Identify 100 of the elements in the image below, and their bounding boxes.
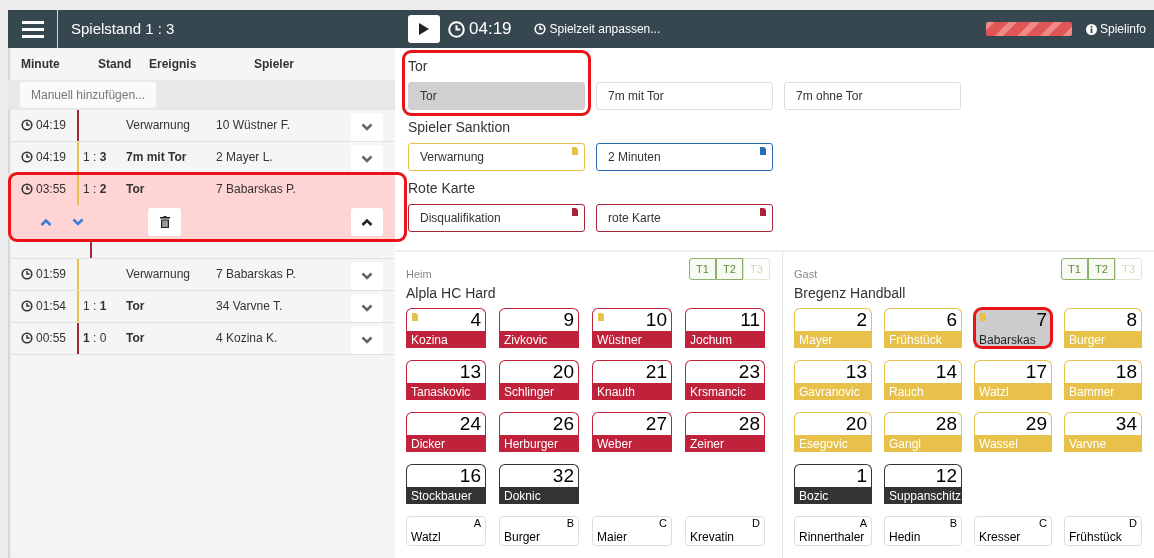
jersey-number: 13 (844, 361, 868, 383)
player-card[interactable]: 20 Schlinger (499, 360, 579, 400)
timeout-button[interactable]: T2 (716, 258, 743, 280)
official-letter: B (565, 517, 574, 529)
player-card[interactable]: 13 Gavranovic (794, 360, 872, 400)
player-name: Zeiner (686, 435, 764, 452)
player-name: Esegovic (795, 435, 871, 452)
official-card[interactable]: A Watzl (406, 516, 486, 546)
official-letter: A (472, 517, 481, 529)
game-info-button[interactable]: Spielinfo (1085, 20, 1146, 38)
player-card[interactable]: 4 Kozina (406, 308, 486, 348)
event-type-button[interactable]: 7m ohne Tor (784, 82, 961, 110)
player-card[interactable]: 11 Jochum (685, 308, 765, 348)
document-icon (760, 147, 766, 155)
add-manually-button[interactable]: Manuell hinzufügen... (20, 82, 157, 108)
player-card[interactable]: 8 Burger (1064, 308, 1142, 348)
official-card[interactable]: B Hedin (884, 516, 962, 546)
player-name: Wassel (975, 435, 1051, 452)
player-card[interactable]: 9 Zivkovic (499, 308, 579, 348)
jersey-number: 34 (1114, 413, 1138, 435)
player-card[interactable]: 28 Zeiner (685, 412, 765, 452)
event-time: 00:55 (36, 330, 67, 347)
official-card[interactable]: C Maier (592, 516, 672, 546)
official-card[interactable]: D Frühstück (1064, 516, 1142, 546)
player-card[interactable]: 18 Bammer (1064, 360, 1142, 400)
official-letter: C (1038, 517, 1047, 529)
player-name: Jochum (686, 331, 764, 348)
jersey-number: 26 (551, 413, 575, 435)
player-card[interactable]: 23 Krsmancic (685, 360, 765, 400)
official-card[interactable]: D Krevatin (685, 516, 765, 546)
timeout-button[interactable]: T1 (1061, 258, 1088, 280)
jersey-number: 29 (1024, 413, 1048, 435)
official-card[interactable]: B Burger (499, 516, 579, 546)
event-type-button[interactable]: Verwarnung (408, 143, 585, 171)
event-type: Tor (126, 299, 145, 313)
player-card[interactable]: 20 Esegovic (794, 412, 872, 452)
player-card[interactable]: 2 Mayer (794, 308, 872, 348)
player-card[interactable]: 26 Herburger (499, 412, 579, 452)
expand-button[interactable] (351, 145, 383, 173)
clock-icon (21, 183, 33, 195)
player-card[interactable]: 12 Suppanschitz (884, 464, 962, 504)
official-name: Krevatin (690, 529, 736, 545)
chevron-down-icon (361, 123, 373, 131)
event-type-button[interactable]: 7m mit Tor (596, 82, 773, 110)
adjust-time-link[interactable]: Spielzeit anpassen... (533, 20, 661, 38)
jersey-number: 28 (934, 413, 958, 435)
player-card[interactable]: 21 Knauth (592, 360, 672, 400)
player-card[interactable]: 16 Stockbauer (406, 464, 486, 504)
player-name: Frühstück (885, 331, 961, 348)
column-header: Ereignis (149, 56, 198, 73)
player-card[interactable]: 28 Gangl (884, 412, 962, 452)
player-card[interactable]: 13 Tanaskovic (406, 360, 486, 400)
player-card[interactable]: 32 Doknic (499, 464, 579, 504)
timeout-button[interactable]: T2 (1088, 258, 1115, 280)
jersey-number: 4 (469, 309, 482, 331)
event-type: Verwarnung (126, 267, 191, 281)
event-type-button[interactable]: Disqualifikation (408, 204, 585, 232)
event-type-button[interactable]: rote Karte (596, 204, 773, 232)
player-name: Herburger (500, 435, 578, 452)
play-button[interactable] (408, 15, 440, 43)
player-card[interactable]: 6 Frühstück (884, 308, 962, 348)
jersey-number: 20 (551, 361, 575, 383)
player-card[interactable]: 17 Watzl (974, 360, 1052, 400)
event-type: 7m mit Tor (126, 150, 187, 164)
player-card[interactable]: 29 Wassel (974, 412, 1052, 452)
official-name: Rinnerthaler (799, 529, 866, 545)
menu-icon (21, 20, 44, 38)
official-name: Watzl (411, 529, 442, 545)
expand-button[interactable] (351, 113, 383, 141)
player-card[interactable]: 27 Weber (592, 412, 672, 452)
chevron-down-icon (72, 218, 84, 226)
player-name: Gangl (885, 435, 961, 452)
expand-button[interactable] (351, 294, 383, 322)
player-card[interactable]: 14 Rauch (884, 360, 962, 400)
expand-button[interactable] (351, 326, 383, 354)
event-type-button[interactable]: 2 Minuten (596, 143, 773, 171)
jersey-number: 8 (1125, 309, 1138, 331)
player-name: Babarskas (978, 332, 1037, 348)
chevron-down-icon (361, 336, 373, 344)
section-heading: Tor (408, 57, 428, 76)
event-type-button[interactable]: Tor (408, 82, 585, 110)
column-header: Spieler (254, 56, 296, 73)
collapse-button[interactable] (351, 208, 383, 236)
chevron-up-icon (40, 218, 52, 226)
player-card[interactable]: 24 Dicker (406, 412, 486, 452)
score-title: Spielstand 1 : 3 (71, 18, 175, 39)
official-card[interactable]: C Kresser (974, 516, 1052, 546)
jersey-number: 32 (551, 465, 575, 487)
player-card[interactable]: 10 Wüstner (592, 308, 672, 348)
expand-button[interactable] (351, 262, 383, 290)
timeout-button[interactable]: T1 (689, 258, 716, 280)
player-name: Kozina (407, 331, 485, 348)
clock-icon (448, 20, 465, 38)
official-card[interactable]: A Rinnerthaler (794, 516, 872, 546)
player-card[interactable]: 1 Bozic (794, 464, 872, 504)
document-icon (760, 208, 766, 216)
player-card[interactable]: 34 Varvne (1064, 412, 1142, 452)
trash-icon (159, 216, 170, 228)
jersey-number: 27 (644, 413, 668, 435)
delete-button[interactable] (148, 208, 181, 236)
